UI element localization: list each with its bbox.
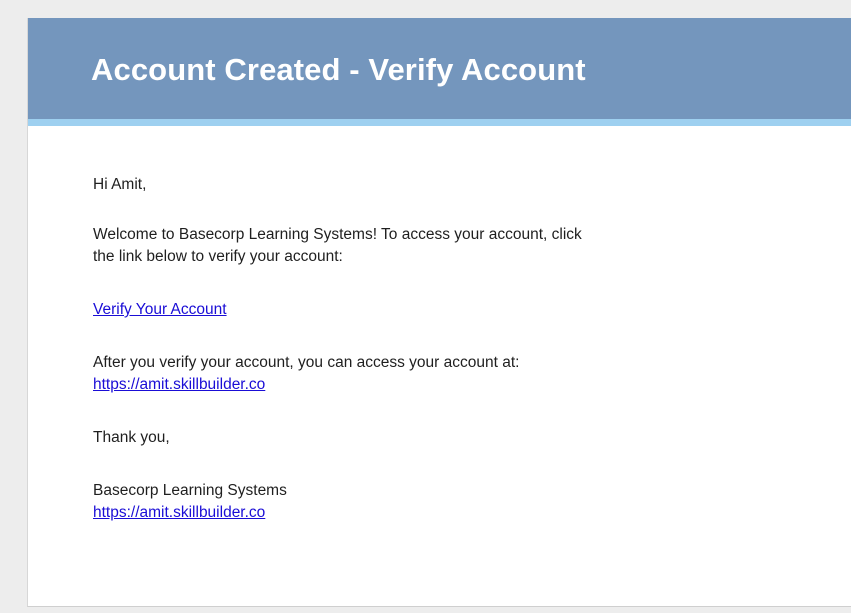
account-url-link[interactable]: https://amit.skillbuilder.co [93, 376, 265, 393]
after-verify-paragraph: After you verify your account, you can a… [93, 352, 851, 396]
verify-account-link[interactable]: Verify Your Account [93, 301, 227, 318]
header-accent-bar [28, 119, 851, 126]
verify-paragraph: Verify Your Account [93, 299, 851, 321]
greeting-text: Hi Amit, [93, 176, 147, 193]
welcome-line-2: the link below to verify your account: [93, 248, 343, 265]
email-header: Account Created - Verify Account [28, 18, 851, 119]
signature-url-link[interactable]: https://amit.skillbuilder.co [93, 504, 265, 521]
email-title: Account Created - Verify Account [91, 51, 586, 87]
email-body: Hi Amit, Welcome to Basecorp Learning Sy… [28, 126, 851, 524]
welcome-paragraph: Welcome to Basecorp Learning Systems! To… [93, 224, 851, 268]
signature-name: Basecorp Learning Systems [93, 482, 287, 499]
signature-block: Basecorp Learning Systems https://amit.s… [93, 480, 851, 524]
thanks-text: Thank you, [93, 429, 170, 446]
welcome-line-1: Welcome to Basecorp Learning Systems! To… [93, 226, 582, 243]
email-card: Account Created - Verify Account Hi Amit… [27, 18, 851, 607]
after-verify-text: After you verify your account, you can a… [93, 354, 520, 371]
